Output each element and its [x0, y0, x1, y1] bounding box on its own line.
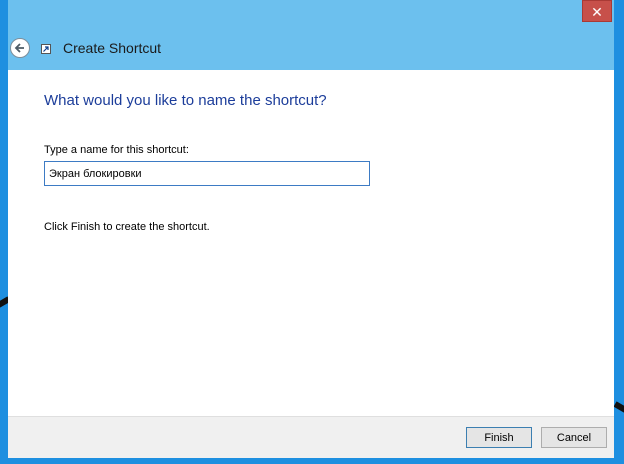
wizard-content: What would you like to name the shortcut…: [8, 70, 614, 416]
page-heading: What would you like to name the shortcut…: [44, 92, 327, 109]
back-arrow-icon: [14, 43, 24, 53]
shortcut-name-label: Type a name for this shortcut:: [44, 144, 189, 156]
cancel-button[interactable]: Cancel: [541, 427, 607, 448]
back-button[interactable]: [10, 38, 30, 58]
wizard-footer: Finish Cancel: [8, 416, 614, 458]
title-bar: ✕ Create Shortcut: [8, 0, 614, 70]
close-button[interactable]: ✕: [582, 0, 612, 22]
window-title: Create Shortcut: [63, 40, 162, 56]
desktop-background-left: [0, 0, 8, 464]
shortcut-name-input[interactable]: [44, 161, 370, 186]
finish-button[interactable]: Finish: [466, 427, 532, 448]
create-shortcut-window: ✕ Create Shortcut What would you like to…: [8, 0, 614, 458]
shortcut-icon: [41, 44, 51, 54]
desktop-background-right: [614, 0, 624, 464]
finish-hint: Click Finish to create the shortcut.: [44, 221, 210, 233]
close-icon: ✕: [591, 4, 603, 20]
